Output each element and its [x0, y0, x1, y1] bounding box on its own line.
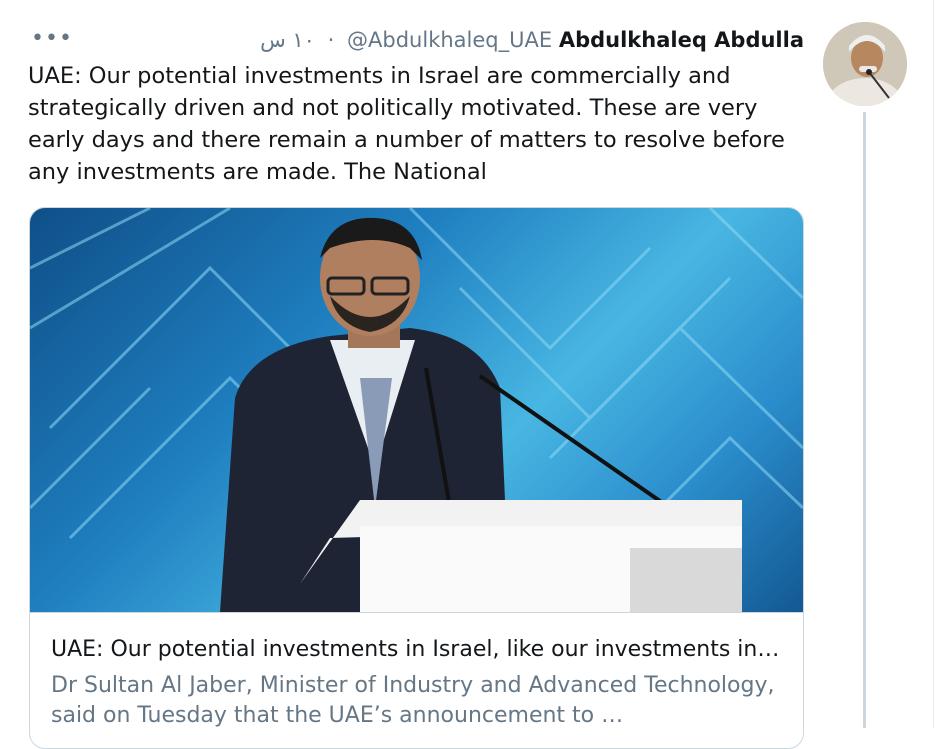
author-handle[interactable]: @Abdulkhaleq_UAE [347, 28, 552, 52]
link-card[interactable]: UAE: Our potential investments in Israel… [29, 207, 804, 749]
more-options-icon[interactable]: ••• [31, 26, 73, 52]
avatar[interactable] [823, 22, 907, 106]
card-description[interactable]: Dr Sultan Al Jaber, Minister of Industry… [51, 671, 791, 731]
column-border [933, 0, 934, 728]
author-display-name[interactable]: Abdulkhaleq Abdulla [559, 28, 804, 52]
separator-dot: · [327, 28, 335, 52]
thread-line [863, 112, 866, 728]
tweet-text: UAE: Our potential investments in Israel… [28, 63, 785, 185]
card-divider [30, 612, 803, 613]
author-line: ١٠ س · @Abdulkhaleq_UAE Abdulkhaleq Abdu… [260, 26, 804, 54]
timestamp[interactable]: ١٠ س [260, 28, 315, 52]
tweet[interactable]: ••• ١٠ س · @Abdulkhaleq_UAE Abdulkhaleq … [0, 0, 937, 749]
card-image[interactable] [30, 208, 803, 612]
tweet-header: ••• ١٠ س · @Abdulkhaleq_UAE Abdulkhaleq … [28, 26, 804, 56]
card-title[interactable]: UAE: Our potential investments in Israel… [51, 635, 791, 665]
